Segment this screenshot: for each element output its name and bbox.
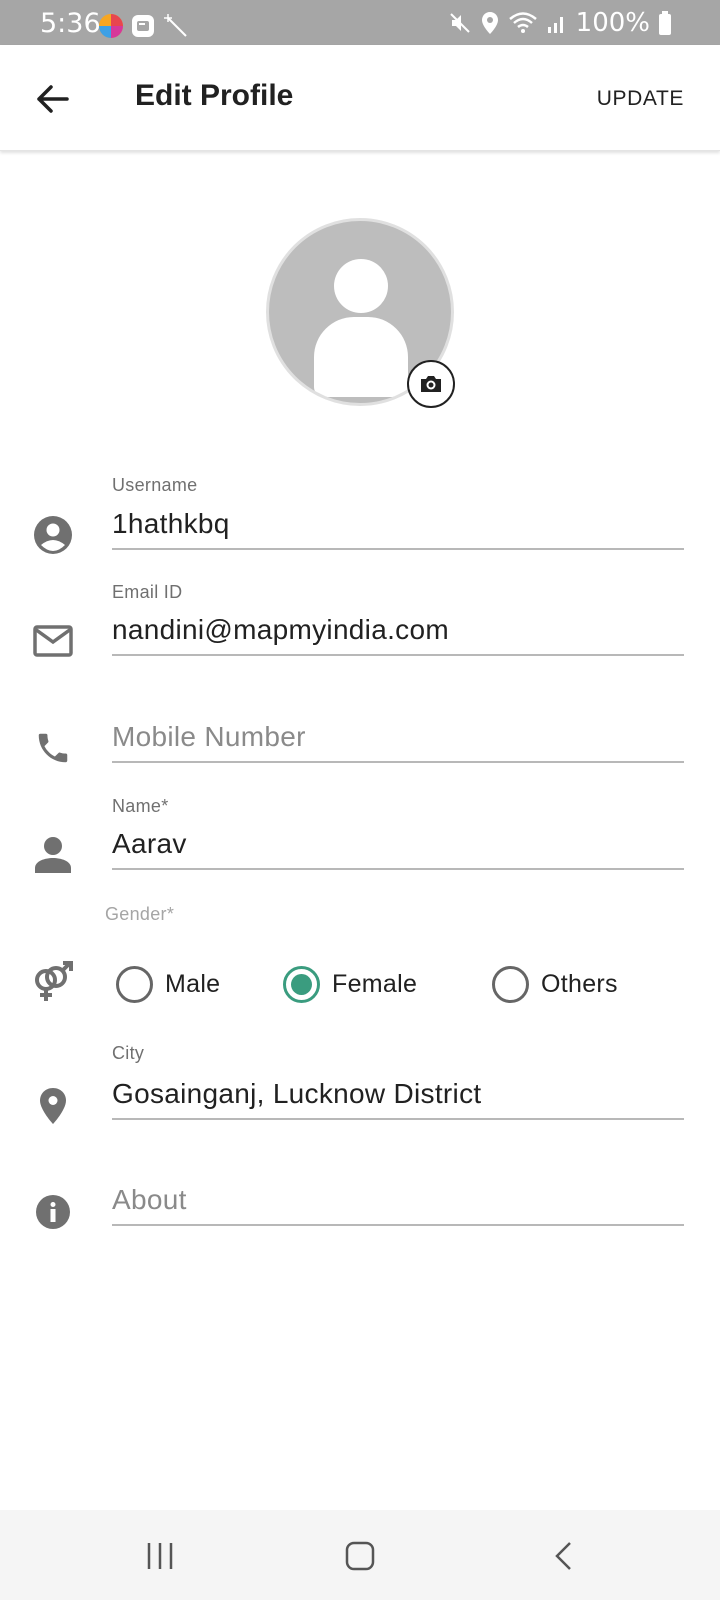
gender-option-label: Male <box>165 970 221 998</box>
about-input[interactable] <box>112 1180 684 1226</box>
status-bar: 5:36 100% <box>0 0 720 45</box>
back-nav-button[interactable] <box>540 1532 588 1580</box>
username-label: Username <box>112 475 198 495</box>
app-logo-icon <box>99 14 123 38</box>
status-app-icons <box>98 12 190 40</box>
city-input[interactable] <box>112 1074 684 1120</box>
gender-option-label: Female <box>332 970 418 998</box>
phone-icon <box>32 727 74 769</box>
gender-option-male[interactable]: Male <box>116 966 220 1003</box>
location-icon <box>481 12 498 34</box>
back-button[interactable] <box>30 77 74 121</box>
person-icon <box>32 834 74 876</box>
avatar-body <box>314 317 408 397</box>
mute-icon <box>449 13 470 33</box>
city-label: City <box>112 1043 145 1063</box>
name-label: Name* <box>112 796 169 816</box>
back-nav-icon <box>555 1542 571 1570</box>
info-icon <box>32 1191 74 1233</box>
page-title: Edit Profile <box>135 79 294 112</box>
arrow-left-icon <box>37 85 69 113</box>
gender-label: Gender* <box>105 904 175 924</box>
signal-icon <box>547 17 563 33</box>
change-photo-button[interactable] <box>407 360 455 408</box>
gender-option-female[interactable]: Female <box>283 966 417 1003</box>
app-bar: Edit Profile UPDATE <box>0 45 720 151</box>
gender-icon <box>32 961 74 1003</box>
radio-unchecked-icon <box>492 966 529 1003</box>
mobile-input[interactable] <box>112 717 684 763</box>
location-pin-icon <box>32 1085 74 1127</box>
gender-option-label: Others <box>541 970 618 998</box>
notification-app-icon <box>132 15 154 37</box>
radio-checked-icon <box>283 966 320 1003</box>
home-icon <box>345 1541 375 1571</box>
name-input[interactable] <box>112 824 684 870</box>
status-right: 100% <box>448 8 672 38</box>
system-nav-bar <box>0 1510 720 1600</box>
account-circle-icon <box>32 514 74 556</box>
recent-apps-button[interactable] <box>136 1532 184 1580</box>
wifi-icon <box>508 12 537 33</box>
avatar-head <box>334 259 388 313</box>
email-label: Email ID <box>112 582 183 602</box>
radio-dot <box>291 974 312 995</box>
mail-icon <box>32 620 74 662</box>
magic-wand-icon <box>164 14 187 37</box>
battery-icon <box>659 11 671 35</box>
recent-apps-icon <box>147 1543 173 1569</box>
status-time: 5:36 <box>40 8 101 39</box>
update-button[interactable]: UPDATE <box>597 87 684 111</box>
radio-unchecked-icon <box>116 966 153 1003</box>
email-input[interactable] <box>112 610 684 656</box>
username-input[interactable] <box>112 504 684 550</box>
home-button[interactable] <box>336 1532 384 1580</box>
battery-percentage: 100% <box>575 8 650 38</box>
camera-icon <box>421 376 441 392</box>
gender-option-others[interactable]: Others <box>492 966 618 1003</box>
